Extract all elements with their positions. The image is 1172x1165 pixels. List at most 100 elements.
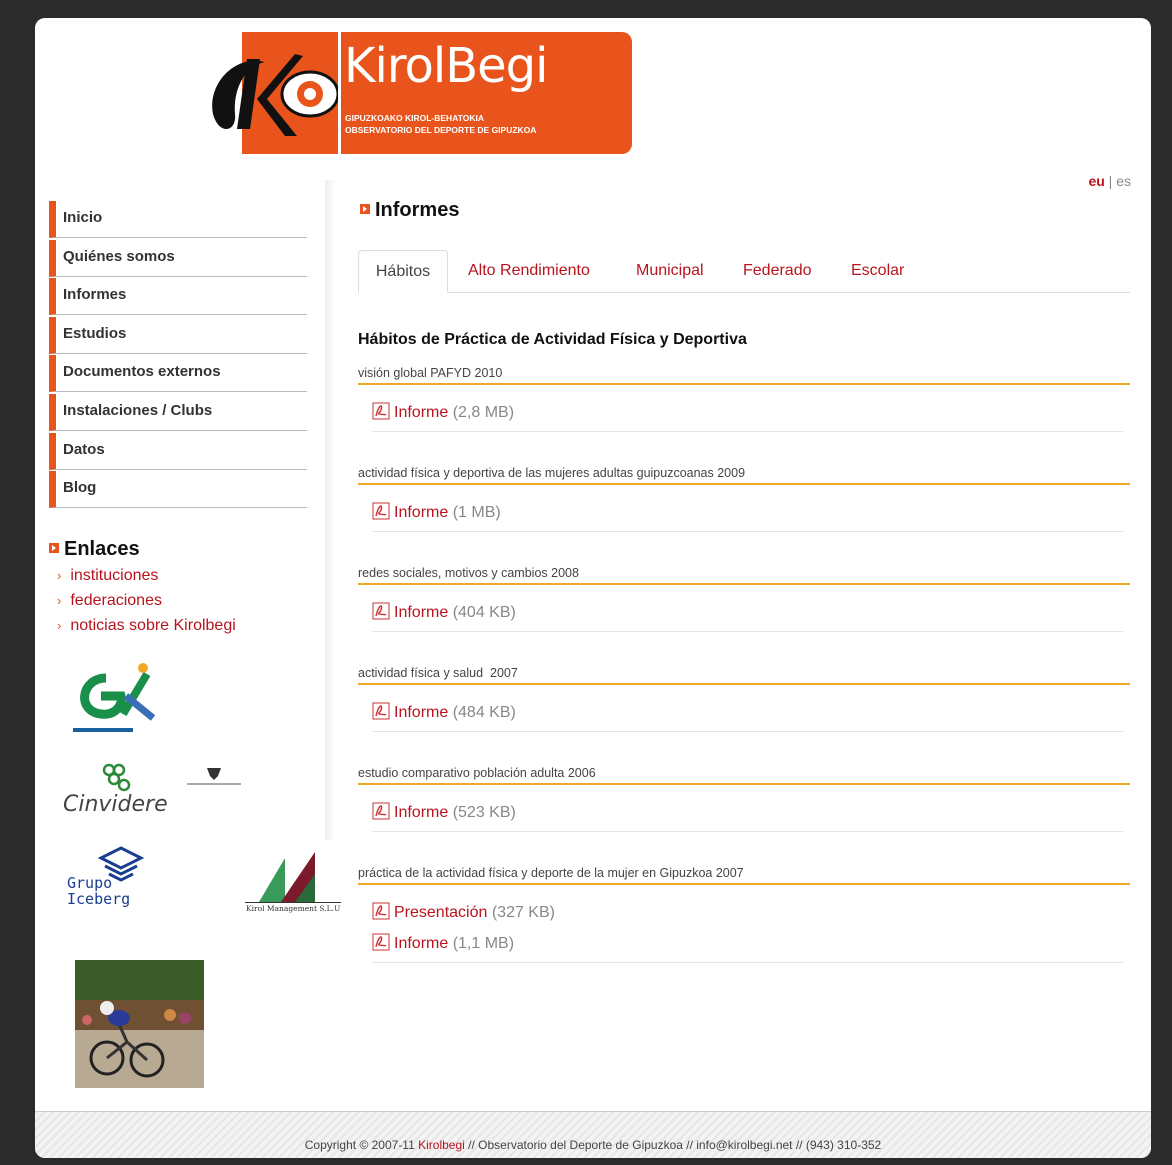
report-group: redes sociales, motivos y cambios 2008 I… [358, 566, 1130, 632]
section-heading: Hábitos de Práctica de Actividad Física … [358, 331, 747, 348]
page-title: Informes [360, 199, 459, 222]
page-title-label: Informes [375, 199, 460, 221]
sidebar-nav: Inicio Quiénes somos Informes Estudios D… [49, 201, 307, 510]
enlaces-list: › instituciones › federaciones › noticias s… [57, 567, 236, 642]
document-link[interactable]: Informe [394, 804, 448, 821]
sidebar-item-informes[interactable]: Informes [49, 278, 307, 316]
document-link[interactable]: Informe [394, 504, 448, 521]
tab-municipal[interactable]: Municipal [636, 250, 704, 292]
logo-subtitle-eu: GIPUZKOAKO KIROL-BEHATOKIA [345, 113, 484, 123]
lang-eu-link[interactable]: eu [1088, 173, 1104, 189]
document-item: Presentación (327 KB) Informe (1,1 MB) [372, 897, 1123, 959]
sidebar-divider [325, 180, 335, 840]
university-seal-logo[interactable] [185, 766, 243, 788]
sidebar-item-documentos-externos[interactable]: Documentos externos [49, 355, 307, 393]
sidebar-item-estudios[interactable]: Estudios [49, 316, 307, 354]
report-group-title: actividad física y deportiva de las muje… [358, 466, 1130, 485]
file-size: (327 KB) [487, 904, 555, 921]
pdf-icon [372, 602, 390, 620]
footer: Copyright © 2007-11 Kirolbegi // Observa… [35, 1111, 1151, 1158]
document-link[interactable]: Presentación [394, 904, 487, 921]
sidebar-item-instalaciones-clubs[interactable]: Instalaciones / Clubs [49, 393, 307, 431]
logo-subtitle-es: OBSERVATORIO DEL DEPORTE DE GIPUZKOA [345, 125, 537, 135]
file-size: (1,1 MB) [448, 935, 515, 952]
document-link[interactable]: Informe [394, 604, 448, 621]
tab-escolar[interactable]: Escolar [851, 250, 904, 292]
chevron-right-icon: › [57, 593, 62, 608]
document-item: Informe (523 KB) [372, 797, 1123, 828]
kirol-management-logo[interactable]: Kirol Management S.L.U [245, 844, 341, 914]
kirol-management-text: Kirol Management S.L.U [246, 904, 340, 913]
cinvidere-logo[interactable]: Cinvidere [61, 763, 171, 821]
tab-habitos[interactable]: Hábitos [358, 250, 448, 293]
document-item: Informe (2,8 MB) [372, 397, 1123, 428]
document-row: Informe (404 KB) [372, 597, 1123, 628]
divider [372, 962, 1123, 963]
file-size: (1 MB) [448, 504, 501, 521]
site-logo[interactable]: KirolBegi GIPUZKOAKO KIROL-BEHATOKIA OBS… [205, 32, 635, 156]
enlaces-heading: Enlaces [49, 538, 140, 561]
report-group-title: visión global PAFYD 2010 [358, 366, 1130, 385]
sidebar-item-datos[interactable]: Datos [49, 432, 307, 470]
document-row: Informe (523 KB) [372, 797, 1123, 828]
sidebar-item-inicio[interactable]: Inicio [49, 201, 307, 238]
logo-title: KirolBegi [344, 38, 548, 94]
link-label[interactable]: instituciones [70, 567, 158, 584]
pdf-icon [372, 933, 390, 951]
page: KirolBegi GIPUZKOAKO KIROL-BEHATOKIA OBS… [35, 18, 1151, 1158]
logo-separator [338, 32, 341, 154]
lang-es-link[interactable]: es [1116, 173, 1131, 189]
divider [372, 531, 1123, 532]
report-group-title: redes sociales, motivos y cambios 2008 [358, 566, 1130, 585]
document-link[interactable]: Informe [394, 704, 448, 721]
pdf-icon [372, 702, 390, 720]
divider [372, 431, 1123, 432]
tab-federado[interactable]: Federado [743, 250, 812, 292]
document-row: Informe (2,8 MB) [372, 397, 1123, 428]
sidebar-item-blog[interactable]: Blog [49, 471, 307, 509]
pdf-icon [372, 502, 390, 520]
document-row: Informe (1 MB) [372, 497, 1123, 528]
divider [372, 731, 1123, 732]
language-switcher: eu | es [1088, 173, 1131, 189]
tab-bar: Hábitos Alto Rendimiento Municipal Feder… [358, 250, 1130, 293]
report-group-title: práctica de la actividad física y deport… [358, 866, 1130, 885]
sidebar-item-quienes-somos[interactable]: Quiénes somos [49, 239, 307, 277]
logo-k-eye-icon [212, 54, 340, 136]
grupo-iceberg-logo[interactable]: Grupo Iceberg [65, 844, 175, 912]
link-label[interactable]: federaciones [70, 592, 162, 609]
pdf-icon [372, 902, 390, 920]
file-size: (404 KB) [448, 604, 516, 621]
document-row: Presentación (327 KB) [372, 897, 1123, 928]
footer-copyright: Copyright © 2007-11 Kirolbegi // Observa… [35, 1138, 1151, 1152]
document-link[interactable]: Informe [394, 935, 448, 952]
link-instituciones[interactable]: › instituciones [57, 567, 236, 592]
link-federaciones[interactable]: › federaciones [57, 592, 236, 617]
chevron-right-icon: › [57, 568, 62, 583]
document-item: Informe (404 KB) [372, 597, 1123, 628]
document-row: Informe (484 KB) [372, 697, 1123, 728]
gipuzkoa-kirolak-logo[interactable] [71, 656, 161, 736]
footer-brand-link[interactable]: Kirolbegi [418, 1138, 465, 1152]
file-size: (523 KB) [448, 804, 516, 821]
report-group: estudio comparativo población adulta 200… [358, 766, 1130, 832]
pdf-icon [372, 402, 390, 420]
lang-separator: | [1104, 173, 1117, 189]
document-link[interactable]: Informe [394, 404, 448, 421]
report-group: práctica de la actividad física y deport… [358, 866, 1130, 963]
divider [372, 831, 1123, 832]
report-group: actividad física y deportiva de las muje… [358, 466, 1130, 532]
report-group-title: estudio comparativo población adulta 200… [358, 766, 1130, 785]
footer-suffix: // Observatorio del Deporte de Gipuzkoa … [464, 1138, 882, 1152]
bullet-arrow-icon [360, 204, 370, 214]
report-group-title: actividad física y salud 2007 [358, 666, 1130, 685]
footer-prefix: Copyright © 2007-11 [304, 1138, 419, 1152]
document-item: Informe (484 KB) [372, 697, 1123, 728]
iceberg-text: Iceberg [67, 890, 130, 908]
tab-alto-rendimiento[interactable]: Alto Rendimiento [468, 250, 590, 292]
link-noticias[interactable]: › noticias sobre Kirolbegi [57, 617, 236, 642]
cyclist-photo[interactable] [75, 960, 204, 1088]
bullet-arrow-icon [49, 543, 59, 553]
link-label[interactable]: noticias sobre Kirolbegi [70, 617, 235, 634]
enlaces-heading-label: Enlaces [64, 538, 140, 560]
